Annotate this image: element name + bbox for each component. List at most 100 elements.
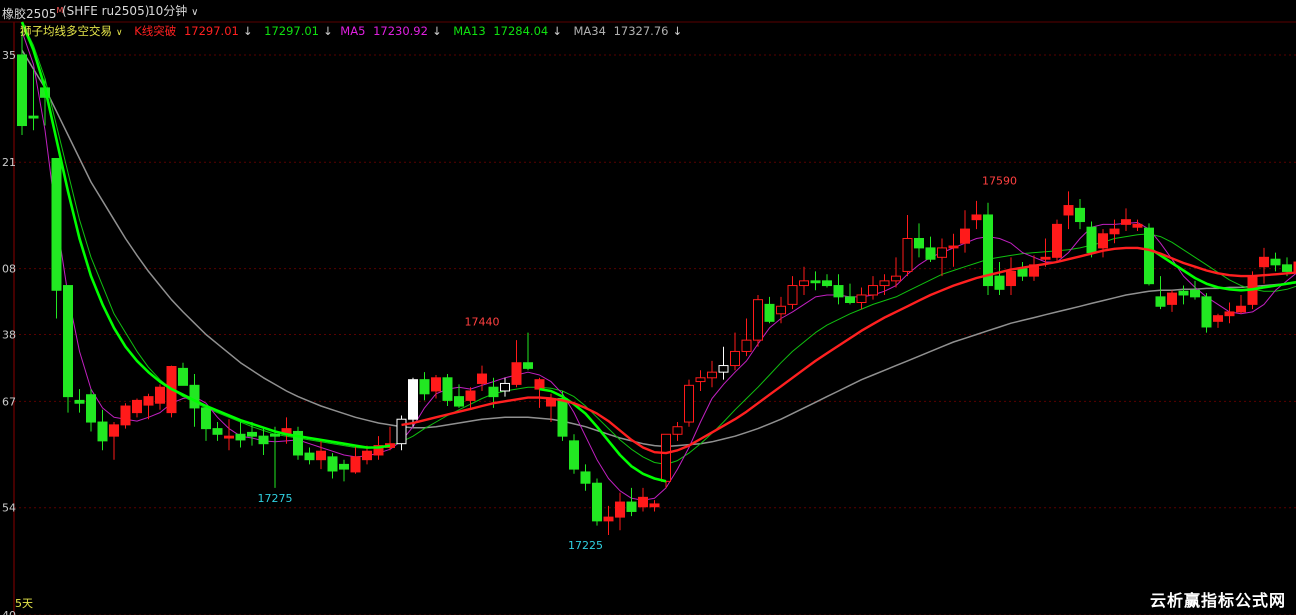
price-annotation: 17440	[465, 316, 500, 329]
candle-body	[1236, 305, 1246, 313]
candle-body	[86, 394, 96, 423]
candle	[994, 262, 1005, 295]
candle-body	[1144, 227, 1154, 285]
indicator-name: 狮子均线多空交易	[20, 24, 112, 38]
candle-body	[270, 433, 280, 437]
candle-body	[592, 482, 602, 522]
candle	[730, 332, 740, 371]
ma5-label: MA5	[340, 24, 366, 38]
candlestick-chart[interactable]: 35 21 08 38 67 54 40 17275 17440 17225 17590	[0, 0, 1296, 615]
candle	[86, 389, 96, 432]
candle-body	[247, 431, 257, 437]
candle-body	[787, 285, 798, 305]
candle-body	[891, 275, 901, 282]
candle-body	[741, 339, 752, 352]
candle	[983, 202, 993, 295]
candle	[511, 340, 522, 388]
candle	[109, 422, 119, 460]
candle	[327, 453, 338, 479]
candle	[419, 372, 430, 401]
days-label: 5天	[15, 597, 33, 610]
candle-body	[902, 237, 913, 272]
candle-body	[350, 456, 361, 473]
candle-body	[201, 407, 211, 430]
y-tick-label: 40	[2, 609, 16, 615]
candle	[293, 426, 303, 460]
down-arrow-icon: ↓	[431, 24, 442, 38]
candle	[258, 426, 269, 455]
k-breakout-label: K线突破	[134, 24, 177, 38]
candle-body	[109, 424, 119, 437]
candle	[580, 464, 591, 491]
candle	[224, 419, 234, 451]
candle-body	[879, 280, 890, 287]
candle-body	[937, 247, 947, 258]
candle	[799, 266, 809, 295]
ma34-label: MA34	[573, 24, 606, 38]
candle-body	[649, 503, 660, 508]
candle-body	[856, 294, 867, 303]
candle-body	[396, 418, 407, 445]
candle	[569, 434, 579, 474]
y-tick-label: 54	[2, 502, 16, 515]
candle-body	[258, 435, 269, 445]
indicator-selector[interactable]: 狮子均线多空交易 ∨	[20, 24, 127, 38]
candle-body	[799, 280, 809, 287]
candle	[235, 422, 246, 448]
candle-body	[477, 373, 487, 384]
candle	[523, 332, 533, 371]
candle-body	[1006, 270, 1016, 287]
candle	[132, 398, 142, 418]
candle	[1121, 208, 1131, 231]
candle-body	[822, 280, 832, 287]
price-annotation: 17590	[982, 174, 1017, 187]
candle	[431, 374, 441, 399]
candle	[534, 377, 545, 408]
candle	[17, 31, 27, 135]
candle-body	[224, 435, 234, 439]
candle-body	[63, 285, 73, 398]
candle-body	[1270, 258, 1281, 266]
candle-body	[178, 367, 188, 386]
candle-body	[1259, 256, 1269, 268]
candle-body	[523, 362, 533, 369]
candle-body	[672, 426, 683, 435]
candle	[500, 377, 510, 397]
candle-body	[810, 280, 821, 284]
price-grid	[0, 21, 1296, 615]
candle	[1017, 262, 1028, 281]
candle	[1167, 290, 1177, 312]
candle-body	[718, 365, 729, 373]
candle-body	[948, 245, 959, 249]
candle	[925, 236, 936, 263]
candle-body	[557, 398, 568, 437]
candle-body	[1075, 207, 1085, 223]
candle	[270, 426, 280, 488]
candle-body	[51, 157, 62, 291]
y-tick-label: 21	[2, 156, 16, 169]
candle-body	[431, 377, 441, 392]
ma13-legend: MA13 17284.04 ↓	[453, 24, 566, 38]
k-breakout-line	[401, 246, 1296, 455]
candle-body	[833, 285, 844, 298]
candle	[603, 505, 614, 535]
candle-body	[17, 54, 27, 127]
candle-body	[626, 501, 637, 512]
candle	[914, 223, 924, 258]
candle	[845, 283, 855, 305]
candle	[1224, 302, 1235, 324]
candle	[281, 417, 292, 444]
candle-body	[1282, 264, 1292, 272]
candle-body	[1190, 289, 1200, 298]
candle-body	[1017, 268, 1028, 277]
candle-body	[465, 390, 476, 401]
candle-body	[419, 379, 430, 395]
candle	[63, 285, 73, 413]
candle-body	[235, 433, 246, 441]
k-breakout-value: 17297.01	[183, 24, 239, 38]
candle	[97, 409, 108, 451]
candle	[316, 440, 326, 470]
candle-body	[971, 214, 982, 221]
candle-body	[327, 456, 338, 472]
k-breakout-line-layer	[401, 246, 1296, 455]
